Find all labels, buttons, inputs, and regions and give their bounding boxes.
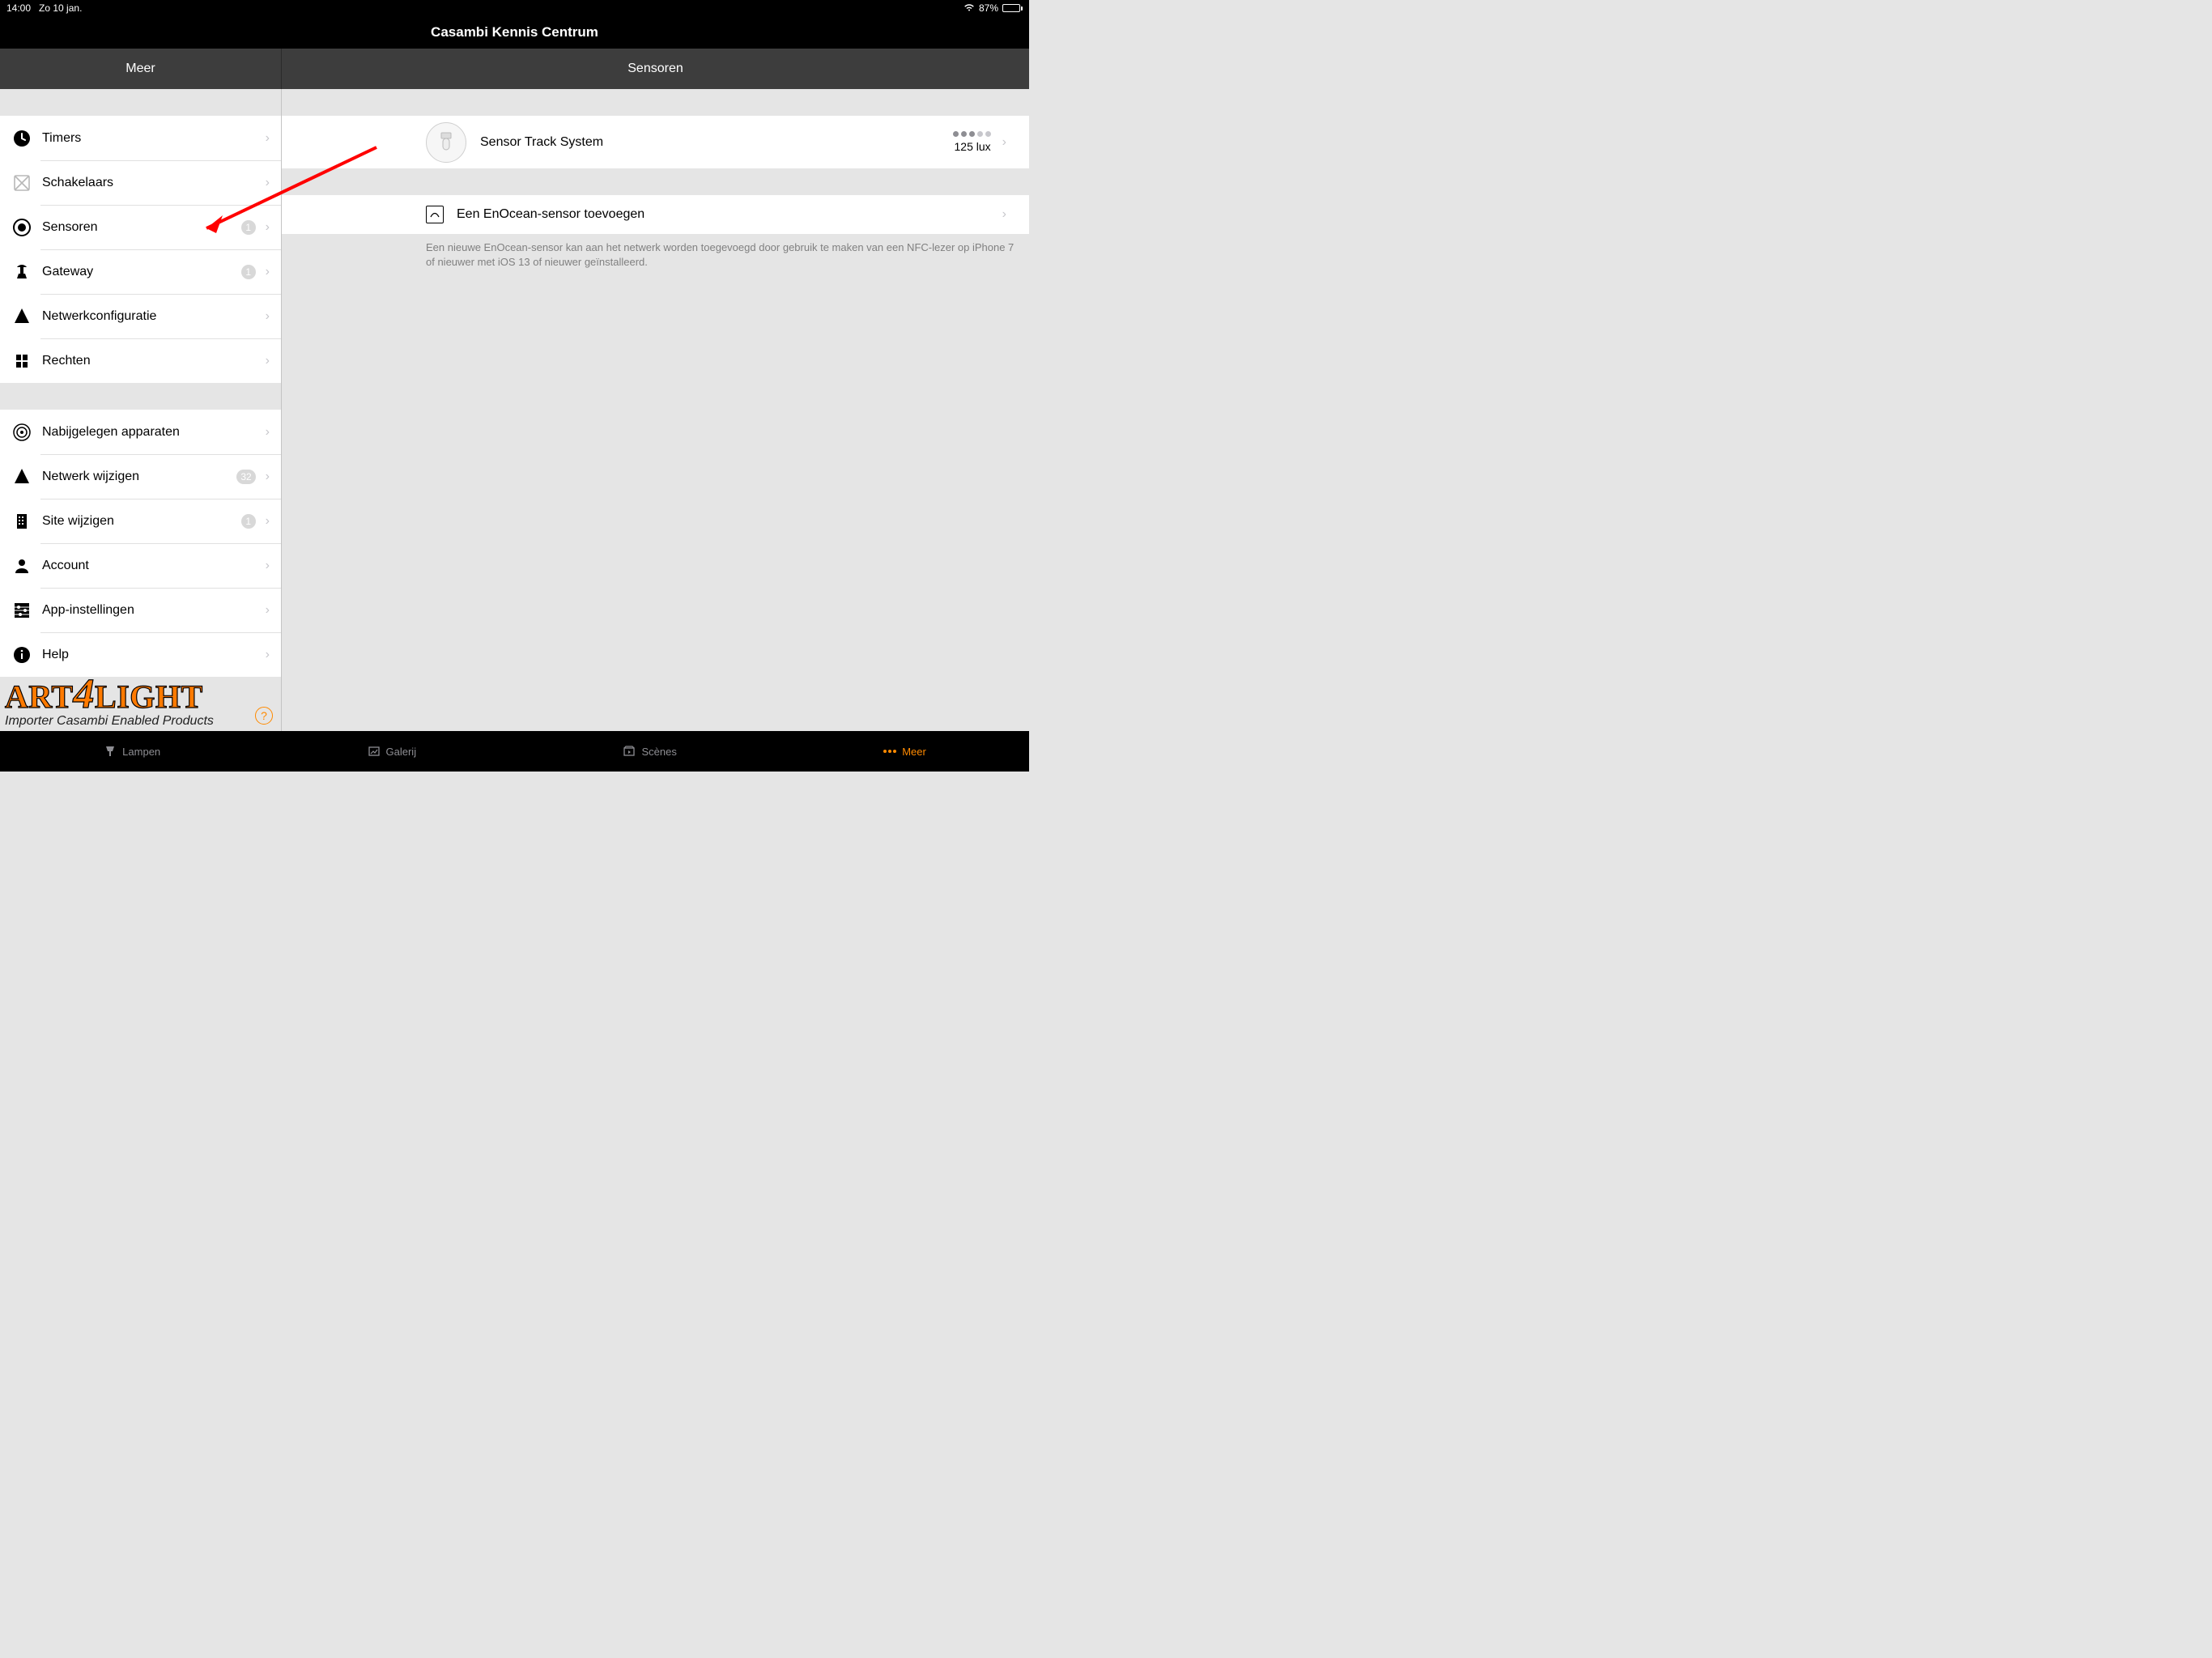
add-enocean-sensor[interactable]: Een EnOcean-sensor toevoegen › <box>282 195 1029 234</box>
tab-label: Galerij <box>386 746 417 758</box>
sidebar-item-label: Netwerk wijzigen <box>42 470 139 484</box>
sidebar-item-site-wijzigen[interactable]: Site wijzigen 1 › <box>0 499 281 543</box>
chevron-right-icon: › <box>266 470 270 484</box>
chevron-right-icon: › <box>1002 135 1006 150</box>
sidebar-item-label: App-instellingen <box>42 603 134 618</box>
chevron-right-icon: › <box>1002 207 1006 222</box>
clock-icon <box>10 126 34 151</box>
chevron-right-icon: › <box>266 220 270 235</box>
sidebar-item-netwerk-wijzigen[interactable]: Netwerk wijzigen 32 › <box>0 454 281 499</box>
sidebar-group-2: Nabijgelegen apparaten › Netwerk wijzige… <box>0 410 281 677</box>
shield-icon <box>10 349 34 373</box>
person-icon <box>10 554 34 578</box>
scenes-icon <box>622 744 636 759</box>
chevron-right-icon: › <box>266 131 270 146</box>
chevron-right-icon: › <box>266 514 270 529</box>
chevron-right-icon: › <box>266 309 270 324</box>
sidebar-item-label: Netwerkconfiguratie <box>42 309 156 324</box>
main-pane: Sensor Track System 125 lux › Een EnOcea… <box>282 89 1029 731</box>
gateway-icon <box>10 260 34 284</box>
sidebar-item-label: Rechten <box>42 354 91 368</box>
tab-label: Lampen <box>122 746 160 758</box>
sidebar-item-sensoren[interactable]: Sensoren 1 › <box>0 205 281 249</box>
tab-scenes[interactable]: Scènes <box>622 744 676 759</box>
more-icon <box>883 744 897 759</box>
badge: 32 <box>236 470 255 484</box>
sidebar-item-label: Schakelaars <box>42 176 113 190</box>
badge: 1 <box>241 265 256 279</box>
badge: 1 <box>241 220 256 235</box>
chevron-right-icon: › <box>266 176 270 190</box>
sidebar-item-rechten[interactable]: Rechten › <box>0 338 281 383</box>
sensor-icon <box>10 215 34 240</box>
sidebar-item-label: Nabijgelegen apparaten <box>42 425 180 440</box>
sidebar-item-gateway[interactable]: Gateway 1 › <box>0 249 281 294</box>
tab-galerij[interactable]: Galerij <box>367 744 417 759</box>
sidebar-item-nabijgelegen[interactable]: Nabijgelegen apparaten › <box>0 410 281 454</box>
info-icon <box>10 643 34 667</box>
chevron-right-icon: › <box>266 648 270 662</box>
sidebar-item-label: Timers <box>42 131 81 146</box>
network-icon <box>10 465 34 489</box>
sidebar-item-schakelaars[interactable]: Schakelaars › <box>0 160 281 205</box>
tab-lampen[interactable]: Lampen <box>103 744 160 759</box>
tab-label: Meer <box>902 746 926 758</box>
main-header: Sensoren <box>282 49 1029 89</box>
sidebar-item-timers[interactable]: Timers › <box>0 116 281 160</box>
status-time: 14:00 <box>6 2 31 14</box>
sensor-name: Sensor Track System <box>480 135 603 150</box>
app-title: Casambi Kennis Centrum <box>0 16 1029 49</box>
add-enocean-label: Een EnOcean-sensor toevoegen <box>457 207 644 222</box>
sidebar-group-1: Timers › Schakelaars › Sensoren 1 › Gate… <box>0 116 281 383</box>
battery-pct: 87% <box>979 2 998 14</box>
gallery-icon <box>367 744 381 759</box>
sidebar-item-label: Site wijzigen <box>42 514 114 529</box>
tab-meer[interactable]: Meer <box>883 744 926 759</box>
sidebar-item-netwerkconfiguratie[interactable]: Netwerkconfiguratie › <box>0 294 281 338</box>
chevron-right-icon: › <box>266 265 270 279</box>
badge: 1 <box>241 514 256 529</box>
sensor-thumbnail <box>426 122 466 163</box>
sidebar-item-label: Gateway <box>42 265 93 279</box>
sidebar-header: Meer <box>0 49 282 89</box>
enocean-footnote: Een nieuwe EnOcean-sensor kan aan het ne… <box>282 234 1029 275</box>
sidebar-item-app-instellingen[interactable]: App-instellingen › <box>0 588 281 632</box>
switches-icon <box>10 171 34 195</box>
sidebar-item-account[interactable]: Account › <box>0 543 281 588</box>
nearby-icon <box>10 420 34 444</box>
tab-label: Scènes <box>641 746 676 758</box>
chevron-right-icon: › <box>266 559 270 573</box>
status-date: Zo 10 jan. <box>39 2 82 14</box>
sidebar-item-label: Sensoren <box>42 220 98 235</box>
chevron-right-icon: › <box>266 603 270 618</box>
status-bar: 14:00 Zo 10 jan. 87% <box>0 0 1029 16</box>
chevron-right-icon: › <box>266 425 270 440</box>
sidebar-item-label: Account <box>42 559 89 573</box>
enocean-icon <box>426 206 444 223</box>
sliders-icon <box>10 598 34 623</box>
signal-strength <box>953 131 991 137</box>
sidebar: Timers › Schakelaars › Sensoren 1 › Gate… <box>0 89 282 731</box>
brand-logo: ART4LIGHT Importer Casambi Enabled Produ… <box>5 676 256 729</box>
sidebar-item-help[interactable]: Help › <box>0 632 281 677</box>
lamp-icon <box>103 744 117 759</box>
sensor-item[interactable]: Sensor Track System 125 lux › <box>282 116 1029 168</box>
battery-icon <box>1002 4 1023 12</box>
tab-bar: Lampen Galerij Scènes Meer <box>0 731 1029 772</box>
sensor-lux: 125 lux <box>955 140 991 153</box>
wifi-icon <box>963 2 975 14</box>
help-button[interactable]: ? <box>255 707 273 725</box>
sidebar-item-label: Help <box>42 648 69 662</box>
building-icon <box>10 509 34 534</box>
network-icon <box>10 304 34 329</box>
chevron-right-icon: › <box>266 354 270 368</box>
